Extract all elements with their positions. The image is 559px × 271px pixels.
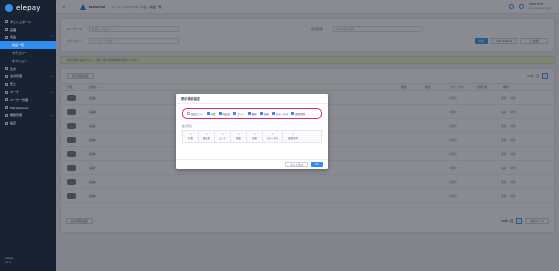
order-item[interactable]: ⠿ 商品名 (199, 131, 215, 142)
sidebar-nav: ダッシュボード 店舗 商品 ⌃ 商品一覧 カテゴリー オプション 注文 決済管理 ⌄… (0, 18, 56, 127)
sidebar-item-label: ユーザー管理 (10, 97, 28, 102)
sidebar-item-users[interactable]: ユーザー管理 (0, 96, 56, 104)
sidebar-item-label: ダッシュボード (10, 19, 32, 24)
chart-icon (5, 82, 8, 86)
sidebar-item-dashboard[interactable]: ダッシュボード (0, 18, 56, 26)
chevron-up-icon: ⌃ (50, 35, 53, 40)
sidebar-item-label: 売上 (10, 82, 17, 87)
checkbox-label: 商品コード (191, 112, 204, 116)
gear-icon (5, 121, 8, 125)
sidebar-item-label: 機能管理 (10, 113, 23, 118)
checkbox-checked-icon (233, 112, 237, 115)
order-icon (5, 67, 8, 71)
display-settings-modal: 表示項目設定 商品コード 写真 商品名 コード 価格 在庫 ステータス 更新日時… (176, 94, 328, 169)
order-item-label: 更新日時 (288, 136, 298, 140)
chevron-down-icon: ⌄ (50, 90, 53, 95)
sidebar-item-marketplace[interactable]: Marketplace (0, 104, 56, 112)
store-icon (5, 28, 8, 32)
chevron-down-icon: ⌄ (50, 74, 53, 79)
sidebar-footer: elepay v1.0 (5, 257, 14, 265)
checkbox-product-name[interactable]: 商品名 (218, 112, 231, 116)
sidebar-item-marketing[interactable]: マーケ ⌄ (0, 88, 56, 96)
sidebar-item-label: Marketplace (10, 105, 29, 110)
sidebar-item-label: カテゴリー (12, 51, 28, 56)
checkbox-checked-icon (271, 112, 275, 115)
order-item[interactable]: ⠿ 更新日時 (283, 131, 303, 142)
modal-footer: キャンセル OK (176, 159, 328, 169)
order-item-label: ステータス (266, 136, 279, 140)
payment-icon (5, 74, 8, 78)
sidebar-item-label: 商品 (10, 35, 17, 40)
sidebar-item-store[interactable]: 店舗 (0, 26, 56, 34)
cancel-button[interactable]: キャンセル (285, 162, 309, 167)
marketplace-icon (5, 106, 8, 110)
checkbox-label: 価格 (251, 112, 257, 116)
sidebar-item-label: 店舗 (10, 27, 17, 32)
sidebar-item-products[interactable]: 商品 ⌃ (0, 34, 56, 42)
checkbox-icon (187, 112, 190, 115)
checkbox-label: 商品名 (222, 112, 231, 116)
dashboard-icon (5, 20, 8, 24)
column-order-list: ⠿ 写真 ⠿ 商品名 ⠿ コード ⠿ 価格 ⠿ 在庫 ⠿ ステータス ⠿ 更新日時 (182, 130, 322, 143)
checkbox-label: 在庫 (263, 112, 269, 116)
checkbox-code[interactable]: コード (233, 112, 245, 116)
checkbox-label: 写真 (210, 112, 216, 116)
order-item[interactable]: ⠿ 写真 (183, 131, 199, 142)
modal-title: 表示項目設定 (176, 94, 328, 104)
order-section-label: 並び替え (182, 125, 193, 128)
checkbox-status[interactable]: ステータス (271, 112, 289, 116)
sidebar-item-option[interactable]: オプション (0, 57, 56, 65)
checkbox-label: 更新日時 (295, 112, 306, 116)
order-item-label: 価格 (236, 136, 241, 140)
brand-logo[interactable]: elepay (0, 0, 56, 16)
chevron-down-icon: ⌄ (50, 113, 53, 118)
order-item[interactable]: ⠿ 在庫 (247, 131, 263, 142)
checkbox-checked-icon (218, 112, 222, 115)
logo-icon (5, 4, 13, 12)
app-root: elepay ダッシュボード 店舗 商品 ⌃ 商品一覧 カテゴリー オプション 注… (0, 0, 559, 271)
megaphone-icon (5, 90, 8, 94)
sidebar-item-label: オプション (12, 58, 28, 63)
sidebar-item-label: マーケ (10, 90, 20, 95)
sidebar-item-orders[interactable]: 注文 (0, 65, 56, 73)
column-checkbox-group: 商品コード 写真 商品名 コード 価格 在庫 ステータス 更新日時 (182, 108, 322, 119)
sidebar-item-payments[interactable]: 決済管理 ⌄ (0, 73, 56, 81)
sidebar-item-features[interactable]: 機能管理 ⌄ (0, 112, 56, 120)
checkbox-checked-icon (206, 112, 210, 115)
sidebar-item-settings[interactable]: 設定 (0, 119, 56, 127)
checkbox-product-code[interactable]: 商品コード (187, 112, 204, 116)
puzzle-icon (5, 113, 8, 117)
sidebar: elepay ダッシュボード 店舗 商品 ⌃ 商品一覧 カテゴリー オプション 注… (0, 0, 56, 271)
order-item-label: 写真 (188, 136, 193, 140)
order-item[interactable]: ⠿ コード (215, 131, 231, 142)
ok-button[interactable]: OK (311, 162, 323, 167)
checkbox-label: コード (237, 112, 245, 116)
checkbox-photo[interactable]: 写真 (206, 112, 216, 116)
order-item[interactable]: ⠿ ステータス (263, 131, 283, 142)
sidebar-item-category[interactable]: カテゴリー (0, 49, 56, 57)
checkbox-price[interactable]: 価格 (247, 112, 257, 116)
order-item-label: 商品名 (202, 136, 211, 140)
sidebar-item-label: 決済管理 (10, 74, 23, 79)
checkbox-stock[interactable]: 在庫 (259, 112, 269, 116)
sidebar-item-sales[interactable]: 売上 (0, 80, 56, 88)
order-item[interactable]: ⠿ 価格 (231, 131, 247, 142)
footer-version: v1.0 (5, 261, 11, 264)
box-icon (5, 35, 8, 39)
checkbox-label: ステータス (275, 112, 289, 116)
order-item-label: コード (218, 136, 227, 140)
sidebar-item-label: 注文 (10, 66, 17, 71)
brand-name: elepay (16, 4, 41, 12)
order-item-label: 在庫 (252, 136, 257, 140)
checkbox-checked-icon (291, 112, 295, 115)
checkbox-checked-icon (259, 112, 263, 115)
sidebar-item-label: 設定 (10, 121, 17, 126)
checkbox-updated-at[interactable]: 更新日時 (291, 112, 305, 116)
user-icon (5, 98, 8, 102)
checkbox-checked-icon (247, 112, 251, 115)
sidebar-item-label: 商品一覧 (12, 43, 25, 48)
sidebar-item-product-list[interactable]: 商品一覧 (0, 41, 56, 50)
